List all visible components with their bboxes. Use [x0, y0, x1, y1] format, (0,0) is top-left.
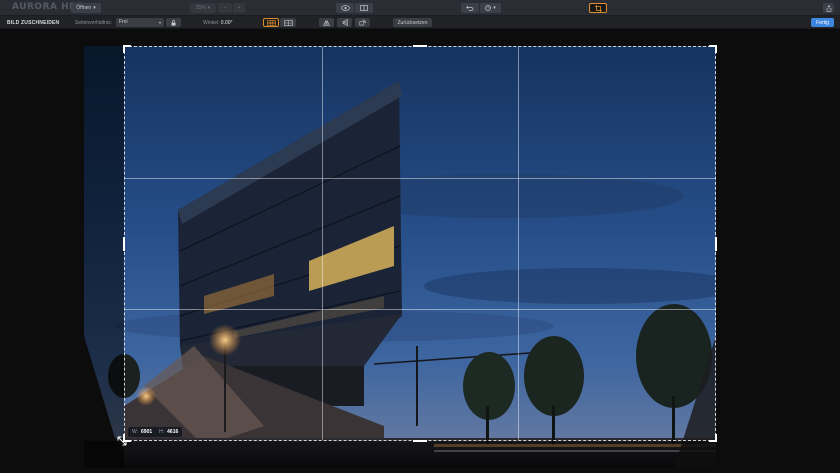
- angle-value: 0.00°: [220, 20, 233, 26]
- crop-icon: [594, 4, 602, 12]
- chevron-down-icon: ▾: [93, 5, 96, 11]
- lock-ratio-button[interactable]: [166, 18, 181, 27]
- zoom-value: 25%: [195, 5, 206, 11]
- share-button[interactable]: [823, 3, 834, 13]
- grid-line-h1: [125, 177, 715, 179]
- open-button[interactable]: Öffnen ▾: [71, 3, 101, 13]
- aspect-ratio-value: Frei: [119, 19, 128, 25]
- done-button[interactable]: Fertig: [811, 18, 834, 27]
- angle-label: Winkel: 0.00°: [203, 20, 233, 26]
- grid-icon: [283, 19, 293, 26]
- chevron-down-icon: ▾: [158, 20, 161, 25]
- split-view-icon: [360, 5, 368, 11]
- flip-horizontal-icon: [323, 19, 330, 26]
- crop-handle-right[interactable]: [715, 236, 717, 251]
- angle-label-text: Winkel:: [203, 20, 220, 26]
- aspect-ratio-label: Seitenverhältnis:: [75, 20, 112, 26]
- resize-cursor-icon: [117, 436, 127, 446]
- crop-handle-bottom-right-v[interactable]: [715, 434, 717, 442]
- flip-horizontal-button[interactable]: [319, 18, 334, 27]
- rotate-icon: [359, 19, 366, 26]
- crop-handle-top[interactable]: [413, 45, 427, 47]
- top-toolbar: AURORA HDR Öffnen ▾ 25% ▾ − + ▾: [0, 0, 840, 16]
- chevron-down-icon: ▾: [493, 5, 496, 11]
- reset-button[interactable]: Zurücksetzen: [393, 18, 432, 27]
- plus-icon: +: [237, 5, 241, 11]
- rotate-button[interactable]: [355, 18, 370, 27]
- grid-golden-button[interactable]: [280, 18, 296, 27]
- crop-frame[interactable]: [123, 45, 717, 442]
- chevron-down-icon: ▾: [207, 5, 211, 11]
- lock-icon: [171, 19, 176, 26]
- flip-vertical-button[interactable]: [337, 18, 352, 27]
- undo-icon: [466, 5, 474, 11]
- grid-line-v1: [321, 47, 323, 440]
- share-icon: [826, 4, 831, 12]
- compare-button[interactable]: [355, 3, 373, 13]
- open-label: Öffnen: [76, 5, 92, 11]
- crop-toolbar: BILD ZUSCHNEIDEN Seitenverhältnis: Frei …: [0, 16, 840, 29]
- clock-icon: [485, 5, 492, 11]
- width-label: W:: [132, 429, 139, 435]
- zoom-out-button[interactable]: −: [218, 3, 232, 13]
- grid-line-h2: [125, 308, 715, 310]
- crop-title: BILD ZUSCHNEIDEN: [7, 20, 60, 26]
- height-value: 4616: [167, 429, 179, 435]
- aspect-ratio-select[interactable]: Frei ▾: [116, 18, 164, 27]
- eye-icon: [340, 5, 350, 11]
- flip-vertical-icon: [341, 19, 348, 26]
- zoom-select[interactable]: 25% ▾: [190, 3, 216, 13]
- height-label: H:: [159, 429, 165, 435]
- undo-button[interactable]: [461, 3, 479, 13]
- grid-thirds-button[interactable]: [263, 18, 279, 27]
- preview-button[interactable]: [336, 3, 354, 13]
- image-canvas: W: 6901 H: 4616: [0, 30, 840, 473]
- crop-handle-top-left-v[interactable]: [123, 45, 125, 53]
- crop-dimensions: W: 6901 H: 4616: [128, 427, 183, 437]
- history-button[interactable]: ▾: [480, 3, 501, 13]
- crop-tool-button[interactable]: [589, 3, 607, 13]
- crop-handle-left[interactable]: [123, 236, 125, 251]
- minus-icon: −: [223, 5, 227, 11]
- crop-handle-top-right-v[interactable]: [715, 45, 717, 53]
- crop-handle-bottom[interactable]: [413, 440, 427, 442]
- grid-line-v2: [518, 47, 520, 440]
- zoom-in-button[interactable]: +: [233, 3, 245, 13]
- grid-thirds-icon: [266, 19, 276, 26]
- width-value: 6901: [141, 429, 153, 435]
